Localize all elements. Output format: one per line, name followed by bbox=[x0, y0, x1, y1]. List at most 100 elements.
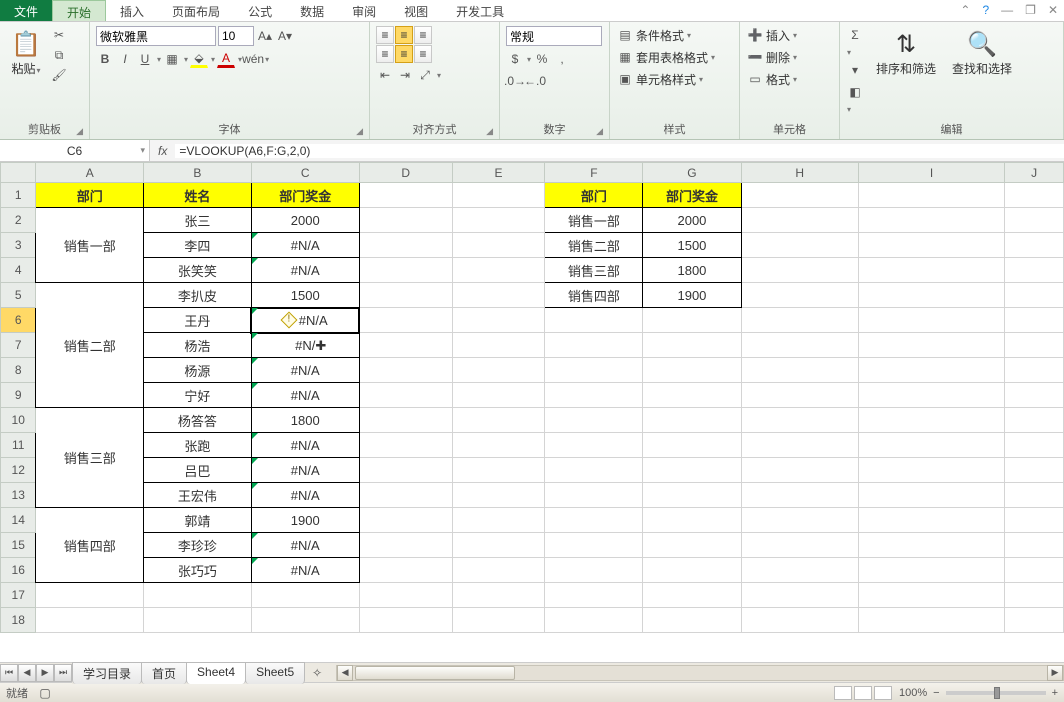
cell-I11[interactable] bbox=[858, 433, 1004, 458]
zoom-in-icon[interactable]: + bbox=[1052, 687, 1058, 699]
sheet-nav-prev-icon[interactable]: ◀ bbox=[18, 664, 36, 682]
cell-G12[interactable] bbox=[643, 458, 741, 483]
cell-A18[interactable] bbox=[36, 608, 144, 633]
horizontal-scrollbar[interactable]: ◀ ▶ bbox=[336, 665, 1064, 681]
cell-F4[interactable]: 销售三部 bbox=[545, 258, 643, 283]
cell-D11[interactable] bbox=[359, 433, 452, 458]
fx-icon[interactable]: fx bbox=[150, 144, 175, 158]
cell-J7[interactable] bbox=[1005, 333, 1064, 358]
cell-B2[interactable]: 张三 bbox=[144, 208, 252, 233]
cell-C5[interactable]: 1500 bbox=[251, 283, 359, 308]
cell-I13[interactable] bbox=[858, 483, 1004, 508]
row-header-1[interactable]: 1 bbox=[1, 183, 36, 208]
column-header-H[interactable]: H bbox=[741, 163, 858, 183]
cell-D5[interactable] bbox=[359, 283, 452, 308]
tab-insert[interactable]: 插入 bbox=[106, 0, 158, 21]
cell-J11[interactable] bbox=[1005, 433, 1064, 458]
cell-B10[interactable]: 杨答答 bbox=[144, 408, 252, 433]
cell-C18[interactable] bbox=[251, 608, 359, 633]
cell-J14[interactable] bbox=[1005, 508, 1064, 533]
insert-cells-button[interactable]: ➕插入▾ bbox=[746, 26, 797, 44]
cell-C16[interactable]: #N/A bbox=[251, 558, 359, 583]
cell-D14[interactable] bbox=[359, 508, 452, 533]
cell-C1[interactable]: 部门奖金 bbox=[251, 183, 359, 208]
italic-icon[interactable]: I bbox=[116, 50, 134, 68]
cell-I1[interactable] bbox=[858, 183, 1004, 208]
cell-C9[interactable]: #N/A bbox=[251, 383, 359, 408]
cell-E18[interactable] bbox=[452, 608, 545, 633]
sheet-tab-1[interactable]: 首页 bbox=[141, 662, 187, 684]
cell-H12[interactable] bbox=[741, 458, 858, 483]
view-page-layout-icon[interactable] bbox=[854, 686, 872, 700]
cell-I2[interactable] bbox=[858, 208, 1004, 233]
cell-G3[interactable]: 1500 bbox=[643, 233, 741, 258]
cell-G13[interactable] bbox=[643, 483, 741, 508]
tab-developer[interactable]: 开发工具 bbox=[442, 0, 518, 21]
column-header-F[interactable]: F bbox=[545, 163, 643, 183]
sheet-tab-2[interactable]: Sheet4 bbox=[186, 662, 246, 684]
cell-E3[interactable] bbox=[452, 233, 545, 258]
cell-H10[interactable] bbox=[741, 408, 858, 433]
cell-H16[interactable] bbox=[741, 558, 858, 583]
number-format-combo[interactable] bbox=[506, 26, 602, 46]
tab-view[interactable]: 视图 bbox=[390, 0, 442, 21]
row-header-18[interactable]: 18 bbox=[1, 608, 36, 633]
cell-E15[interactable] bbox=[452, 533, 545, 558]
cell-B5[interactable]: 李扒皮 bbox=[144, 283, 252, 308]
cell-H13[interactable] bbox=[741, 483, 858, 508]
sheet-nav-next-icon[interactable]: ▶ bbox=[36, 664, 54, 682]
underline-icon[interactable]: U bbox=[136, 50, 154, 68]
hscroll-left-icon[interactable]: ◀ bbox=[337, 665, 353, 681]
percent-icon[interactable]: % bbox=[533, 50, 551, 68]
cell-H2[interactable] bbox=[741, 208, 858, 233]
cell-D15[interactable] bbox=[359, 533, 452, 558]
close-child-icon[interactable]: ✕ bbox=[1042, 0, 1064, 21]
cell-F9[interactable] bbox=[545, 383, 643, 408]
cell-F15[interactable] bbox=[545, 533, 643, 558]
row-header-13[interactable]: 13 bbox=[1, 483, 36, 508]
cell-I17[interactable] bbox=[858, 583, 1004, 608]
cell-C8[interactable]: #N/A bbox=[251, 358, 359, 383]
collapse-ribbon-icon[interactable]: ⌃ bbox=[954, 0, 976, 21]
cell-F12[interactable] bbox=[545, 458, 643, 483]
cell-D17[interactable] bbox=[359, 583, 452, 608]
cell-C2[interactable]: 2000 bbox=[251, 208, 359, 233]
cell-G1[interactable]: 部门奖金 bbox=[643, 183, 741, 208]
cell-B8[interactable]: 杨源 bbox=[144, 358, 252, 383]
cell-G7[interactable] bbox=[643, 333, 741, 358]
cell-D7[interactable] bbox=[359, 333, 452, 358]
cell-C12[interactable]: #N/A bbox=[251, 458, 359, 483]
formula-input[interactable]: =VLOOKUP(A6,F:G,2,0) bbox=[175, 144, 1064, 158]
align-top-left[interactable]: ≡ bbox=[376, 26, 394, 44]
cell-F2[interactable]: 销售一部 bbox=[545, 208, 643, 233]
increase-indent-icon[interactable]: ⇥ bbox=[396, 66, 414, 84]
cell-F8[interactable] bbox=[545, 358, 643, 383]
cell-H11[interactable] bbox=[741, 433, 858, 458]
zoom-slider[interactable] bbox=[946, 691, 1046, 695]
cell-J15[interactable] bbox=[1005, 533, 1064, 558]
cell-F6[interactable] bbox=[545, 308, 643, 333]
cell-A14[interactable]: 销售四部 bbox=[36, 508, 144, 583]
row-header-2[interactable]: 2 bbox=[1, 208, 36, 233]
align-top-center[interactable]: ≡ bbox=[395, 26, 413, 44]
column-header-E[interactable]: E bbox=[452, 163, 545, 183]
decrease-indent-icon[interactable]: ⇤ bbox=[376, 66, 394, 84]
cell-H1[interactable] bbox=[741, 183, 858, 208]
cell-D13[interactable] bbox=[359, 483, 452, 508]
cell-H6[interactable] bbox=[741, 308, 858, 333]
cell-A2[interactable]: 销售一部 bbox=[36, 208, 144, 283]
column-header-I[interactable]: I bbox=[858, 163, 1004, 183]
cell-I15[interactable] bbox=[858, 533, 1004, 558]
cell-G11[interactable] bbox=[643, 433, 741, 458]
bold-icon[interactable]: B bbox=[96, 50, 114, 68]
cell-E16[interactable] bbox=[452, 558, 545, 583]
cell-E17[interactable] bbox=[452, 583, 545, 608]
cell-B14[interactable]: 郭靖 bbox=[144, 508, 252, 533]
cell-I10[interactable] bbox=[858, 408, 1004, 433]
cell-G9[interactable] bbox=[643, 383, 741, 408]
cell-G4[interactable]: 1800 bbox=[643, 258, 741, 283]
cell-C4[interactable]: #N/A bbox=[251, 258, 359, 283]
cell-G5[interactable]: 1900 bbox=[643, 283, 741, 308]
cell-E5[interactable] bbox=[452, 283, 545, 308]
tab-review[interactable]: 审阅 bbox=[338, 0, 390, 21]
